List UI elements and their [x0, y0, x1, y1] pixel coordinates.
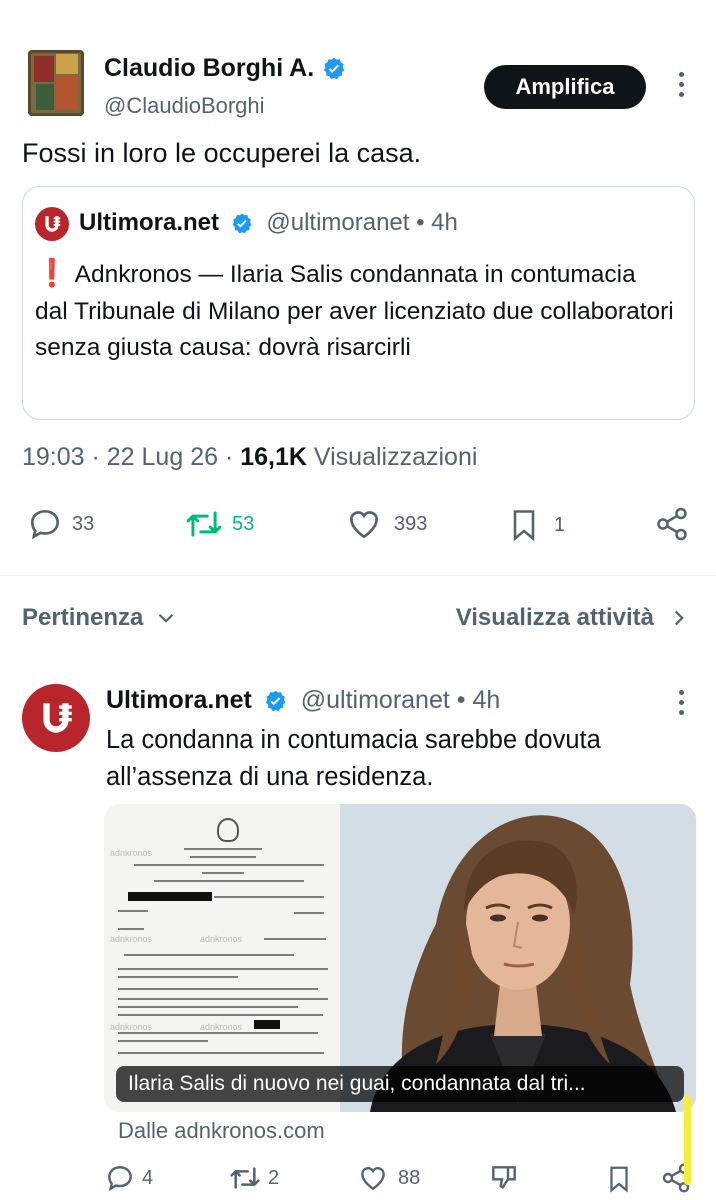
more-icon[interactable] [676, 690, 686, 718]
quote-handle-time: @ultimoranet • 4h [266, 209, 458, 236]
divider [0, 575, 716, 576]
reply-button[interactable]: 4 [104, 1162, 153, 1194]
like-count: 393 [394, 512, 428, 535]
post-actions: 33 53 393 1 [0, 505, 716, 549]
reply-handle-time: @ultimoranet • 4h [300, 686, 501, 714]
verified-badge-icon [232, 213, 252, 233]
like-button[interactable]: 88 [356, 1162, 420, 1194]
chevron-right-icon [674, 610, 684, 626]
repost-count: 53 [232, 512, 255, 535]
quote-author-name[interactable]: Ultimora.net [79, 209, 219, 236]
post-timestamp[interactable]: 19:03 · 22 Lug 26 · [22, 443, 240, 471]
quoted-post-card[interactable]: Ultimora.net @ultimoranet • 4h ❗ Adnkrono… [22, 186, 695, 420]
reply-icon [30, 509, 60, 540]
quote-header: Ultimora.net @ultimoranet • 4h [79, 209, 458, 237]
verified-badge-icon [265, 690, 286, 712]
reply-count: 33 [72, 512, 95, 535]
bookmark-count: 1 [554, 513, 566, 536]
author-handle[interactable]: @ClaudioBorghi [104, 93, 265, 119]
sort-label: Pertinenza [22, 604, 144, 631]
reply-actions: 4 2 88 [0, 1162, 716, 1200]
repost-button[interactable]: 53 [184, 505, 254, 543]
reply-author-name[interactable]: Ultimora.net [106, 686, 252, 714]
share-button[interactable] [654, 505, 690, 543]
reply-button[interactable]: 33 [26, 505, 94, 543]
sort-dropdown[interactable]: Pertinenza [22, 604, 179, 632]
ultimora-logo-icon[interactable] [35, 207, 69, 241]
like-icon [361, 1167, 385, 1191]
dislike-icon [492, 1166, 516, 1189]
author-name[interactable]: Claudio Borghi A. [104, 54, 347, 83]
like-count: 88 [398, 1166, 421, 1189]
reply-header: Ultimora.net @ultimoranet • 4h [106, 686, 500, 715]
more-icon[interactable] [676, 72, 686, 100]
scrollbar-thumb[interactable] [684, 1095, 691, 1185]
replies-sort-bar: Pertinenza Visualizza attività [0, 598, 716, 642]
like-icon [349, 511, 379, 539]
chevron-down-icon [159, 613, 174, 623]
quote-text: ❗ Adnkronos — Ilaria Salis condannata in … [35, 255, 675, 367]
like-button[interactable]: 393 [344, 505, 427, 543]
reply-count: 4 [142, 1166, 154, 1189]
share-icon [657, 507, 687, 541]
repost-count: 2 [268, 1166, 280, 1189]
media-caption: Ilaria Salis di nuovo nei guai, condanna… [116, 1066, 684, 1102]
dislike-button[interactable] [488, 1162, 520, 1194]
views-count: 16,1K [240, 443, 307, 471]
amplifica-button[interactable]: Amplifica [484, 65, 646, 109]
bookmark-button[interactable]: 1 [506, 505, 565, 545]
activity-label: Visualizza attività [455, 604, 654, 631]
media-card[interactable]: adnkronos adnkronos adnkronos adnkronos … [104, 804, 696, 1112]
repost-icon [186, 511, 222, 537]
views-label: Visualizzazioni [306, 443, 478, 471]
author-avatar[interactable] [28, 50, 84, 116]
repost-button[interactable]: 2 [228, 1162, 279, 1194]
link-source[interactable]: Dalle adnkronos.com [118, 1118, 325, 1144]
bookmark-button[interactable] [604, 1162, 634, 1196]
repost-icon [230, 1167, 260, 1189]
reply-author-avatar[interactable] [22, 684, 90, 752]
verified-badge-icon [324, 58, 345, 80]
view-activity-link[interactable]: Visualizza attività [456, 604, 692, 632]
bookmark-icon [610, 1166, 628, 1193]
author-name-text[interactable]: Claudio Borghi A. [104, 54, 314, 82]
quote-text-body: Adnkronos — Ilaria Salis condannata in c… [35, 261, 674, 361]
post-text: Fossi in loro le occuperei la casa. [22, 138, 422, 168]
exclamation-icon: ❗ [35, 258, 69, 288]
post-meta: 19:03 · 22 Lug 26 · 16,1K Visualizzazion… [22, 443, 477, 472]
reply-icon [108, 1166, 132, 1192]
bookmark-icon [513, 510, 535, 542]
reply-text: La condanna in contumacia sarebbe dovuta… [106, 726, 601, 791]
